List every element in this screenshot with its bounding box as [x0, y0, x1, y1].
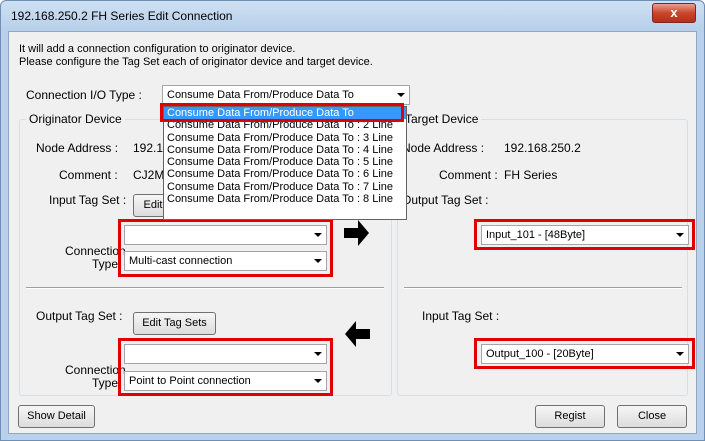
target-separator: [404, 287, 682, 289]
close-button[interactable]: Close: [617, 405, 687, 428]
target-output-highlight-box: [474, 219, 695, 250]
output-type-label: Type: [91, 376, 118, 390]
show-detail-button[interactable]: Show Detail: [18, 405, 95, 428]
dropdown-option[interactable]: Consume Data From/Produce Data To : 4 Li…: [164, 144, 406, 156]
output-highlight-box: [118, 338, 333, 396]
originator-node-label: Node Address :: [36, 141, 119, 155]
window-close-button[interactable]: x: [652, 3, 696, 23]
target-output-tag-set-label: Output Tag Set :: [402, 193, 489, 207]
selected-option-highlight-box: [160, 103, 404, 122]
originator-group-title: Originator Device: [26, 112, 125, 126]
chevron-down-icon: [397, 93, 405, 97]
target-device-group: Target Device Node Address : 192.168.250…: [397, 112, 695, 396]
edit-tag-sets-button[interactable]: Edit Tag Sets: [133, 312, 216, 335]
connection-io-type-dropdown[interactable]: Consume Data From/Produce Data To Consum…: [163, 106, 407, 220]
target-input-tag-set-label: Input Tag Set :: [422, 309, 500, 323]
target-comment-label: Comment :: [439, 168, 498, 182]
target-comment-value: FH Series: [504, 168, 558, 182]
input-highlight-box: [118, 219, 333, 277]
originator-separator: [26, 287, 384, 289]
target-node-label: Node Address :: [402, 141, 485, 155]
title-bar[interactable]: 192.168.250.2 FH Series Edit Connection …: [1, 1, 704, 31]
output-connection-label: Connection: [65, 363, 126, 377]
target-group-title: Target Device: [402, 112, 482, 126]
dropdown-option[interactable]: Consume Data From/Produce Data To : 3 Li…: [164, 132, 406, 144]
target-input-highlight-box: [474, 338, 695, 369]
arrow-left-icon: [345, 321, 370, 347]
input-type-label: Type: [91, 257, 118, 271]
target-node-value: 192.168.250.2: [504, 141, 581, 155]
output-tag-set-label: Output Tag Set :: [36, 309, 123, 323]
intro-line-1: It will add a connection configuration t…: [19, 43, 296, 55]
regist-button[interactable]: Regist: [535, 405, 605, 428]
dropdown-option[interactable]: Consume Data From/Produce Data To : 6 Li…: [164, 168, 406, 180]
connection-io-type-label: Connection I/O Type :: [26, 88, 142, 102]
input-connection-label: Connection: [65, 244, 126, 258]
intro-text: It will add a connection configuration t…: [19, 43, 373, 69]
dropdown-option[interactable]: Consume Data From/Produce Data To : 5 Li…: [164, 156, 406, 168]
input-tag-set-label: Input Tag Set :: [49, 193, 127, 207]
dialog-client-area: It will add a connection configuration t…: [8, 31, 697, 434]
window-title: 192.168.250.2 FH Series Edit Connection: [11, 9, 233, 23]
intro-line-2: Please configure the Tag Set each of ori…: [19, 56, 373, 68]
connection-io-type-select[interactable]: Consume Data From/Produce Data To: [162, 85, 410, 105]
connection-io-type-value: Consume Data From/Produce Data To: [167, 89, 354, 101]
dropdown-option[interactable]: Consume Data From/Produce Data To : 7 Li…: [164, 181, 406, 193]
arrow-right-icon: [344, 220, 369, 246]
originator-comment-label: Comment :: [59, 168, 118, 182]
edit-connection-window: 192.168.250.2 FH Series Edit Connection …: [0, 0, 705, 441]
dropdown-option[interactable]: Consume Data From/Produce Data To : 8 Li…: [164, 193, 406, 205]
